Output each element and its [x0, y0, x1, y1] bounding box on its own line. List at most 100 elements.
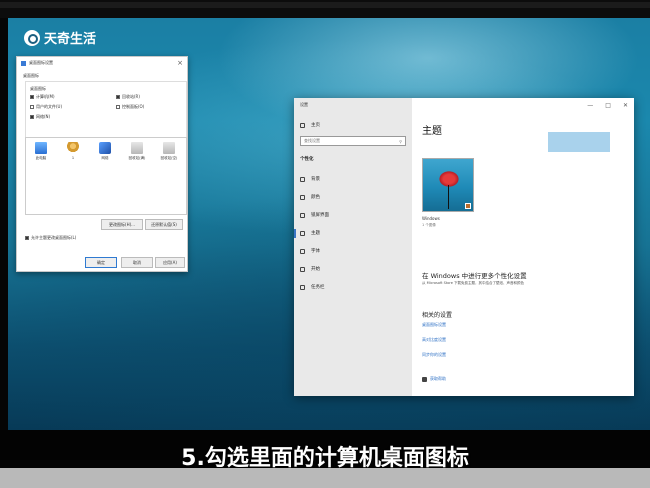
settings-main: 主题 Windows 1 个图像 在 Windows 中进行更多个性化设置 从 …	[412, 98, 634, 396]
tab-desktop-icons[interactable]: 桌面图标	[23, 73, 39, 79]
flower-stem	[448, 185, 449, 209]
nav-themes[interactable]: 主题	[300, 230, 320, 236]
watermark: 天奇生活	[24, 28, 96, 47]
nav-label: 主题	[311, 231, 320, 236]
checkbox-box[interactable]	[25, 236, 29, 240]
nav-colors[interactable]: 颜色	[300, 194, 320, 200]
nav-label: 颜色	[311, 195, 320, 200]
group-label: 桌面图标	[30, 86, 46, 91]
checkbox-network[interactable]: 网络(N)	[30, 114, 50, 120]
nav-label: 锁屏界面	[311, 213, 329, 218]
desktop-icon-settings-dialog: 桌面图标设置 × 桌面图标 桌面图标 计算机(M) 回收站(R) 用户的文件(U…	[16, 56, 188, 272]
palette-icon	[300, 194, 305, 200]
checkbox-label: 用户的文件(U)	[36, 104, 63, 109]
checkbox-computer[interactable]: 计算机(M)	[30, 94, 55, 100]
accent-block	[548, 132, 610, 152]
icon-item-recycle-empty[interactable]: 回收站(空)	[158, 142, 180, 161]
user-icon	[67, 142, 79, 154]
caption-text: 5.勾选里面的计算机桌面图标	[181, 446, 469, 471]
watermark-logo-icon	[24, 29, 40, 46]
search-placeholder: 查找设置	[304, 138, 320, 143]
settings-window: 设置 — □ ✕ 主页 查找设置 ⚲ 个性化 背景 颜色 锁屏界面 主题 字体 …	[294, 98, 634, 396]
watermark-text: 天奇生活	[44, 32, 97, 47]
link-desktop-icon-settings[interactable]: 桌面图标设置	[422, 322, 446, 328]
nav-home-label: 主页	[311, 123, 320, 128]
help-icon	[422, 376, 427, 382]
theme-preview[interactable]	[422, 158, 474, 212]
checkbox-label: 控制面板(O)	[122, 104, 145, 109]
color-swatch	[465, 203, 471, 209]
checkbox-box[interactable]	[116, 95, 120, 99]
settings-window-title: 设置	[300, 102, 308, 107]
checkbox-recycle-bin[interactable]: 回收站(R)	[116, 94, 140, 100]
recycle-bin-empty-icon	[163, 142, 175, 154]
picture-icon	[300, 176, 305, 182]
link-high-contrast[interactable]: 高对比度设置	[422, 337, 446, 343]
settings-search-input[interactable]: 查找设置 ⚲	[300, 136, 406, 146]
computer-icon	[35, 142, 47, 154]
nav-home[interactable]: 主页	[300, 122, 320, 128]
dialog-close-button[interactable]: ×	[177, 59, 183, 67]
nav-background[interactable]: 背景	[300, 176, 320, 182]
monitor-base	[0, 468, 650, 488]
flower-image	[439, 171, 459, 187]
icon-item-this-pc[interactable]: 此电脑	[30, 142, 52, 161]
nav-active-indicator	[294, 229, 296, 238]
checkbox-box[interactable]	[30, 105, 34, 109]
nav-label: 任务栏	[311, 285, 325, 290]
brush-icon	[300, 230, 305, 236]
theme-name: Windows	[422, 216, 440, 221]
font-icon	[300, 248, 305, 254]
checkbox-box[interactable]	[30, 95, 34, 99]
nav-label: 字体	[311, 249, 320, 254]
icon-label: 网络	[101, 156, 109, 160]
icon-label: 此电脑	[35, 156, 47, 160]
checkbox-box[interactable]	[116, 105, 120, 109]
icon-item-recycle-full[interactable]: 回收站(满)	[126, 142, 148, 161]
nav-label: 背景	[311, 177, 320, 182]
home-icon	[300, 122, 305, 128]
checkbox-control-panel[interactable]: 控制面板(O)	[116, 104, 144, 110]
icon-item-network[interactable]: 网络	[94, 142, 116, 161]
dialog-title: 桌面图标设置	[29, 60, 53, 65]
more-personalization-title: 在 Windows 中进行更多个性化设置	[422, 272, 527, 280]
search-icon: ⚲	[399, 138, 402, 144]
taskbar-icon	[300, 284, 305, 290]
more-personalization-sub[interactable]: 从 Microsoft Store 下载免费主题，其中结合了壁纸、声音和颜色	[422, 281, 524, 286]
nav-label: 开始	[311, 267, 320, 272]
related-settings-title: 相关的设置	[422, 312, 453, 319]
network-icon	[99, 142, 111, 154]
apply-button[interactable]: 应用(A)	[155, 257, 185, 268]
icons-row: 此电脑 1 网络 回收站(满) 回收站(空)	[30, 142, 180, 161]
nav-taskbar[interactable]: 任务栏	[300, 284, 325, 290]
cancel-button[interactable]: 取消	[121, 257, 153, 268]
page-title: 主题	[422, 126, 442, 137]
ok-button[interactable]: 确定	[85, 257, 117, 268]
theme-image-count: 1 个图像	[422, 223, 436, 227]
checkbox-label: 网络(N)	[36, 114, 51, 119]
checkbox-label: 允许主题更改桌面图标(L)	[31, 235, 77, 240]
restore-default-button[interactable]: 还原默认值(S)	[145, 219, 183, 230]
checkbox-user-files[interactable]: 用户的文件(U)	[30, 104, 62, 110]
checkbox-label: 计算机(M)	[36, 94, 55, 99]
checkbox-allow-themes[interactable]: 允许主题更改桌面图标(L)	[25, 235, 76, 241]
checkbox-label: 回收站(R)	[122, 94, 140, 99]
checkbox-box[interactable]	[30, 115, 34, 119]
help-label: 获取帮助	[430, 376, 446, 381]
nav-lock-screen[interactable]: 锁屏界面	[300, 212, 329, 218]
section-personalization: 个性化	[300, 157, 314, 162]
dialog-titlebar: 桌面图标设置 ×	[17, 57, 187, 69]
change-icon-button[interactable]: 更改图标(H)...	[101, 219, 143, 230]
icon-preview-list: 此电脑 1 网络 回收站(满) 回收站(空)	[25, 137, 187, 215]
nav-fonts[interactable]: 字体	[300, 248, 320, 254]
recycle-bin-full-icon	[131, 142, 143, 154]
nav-start[interactable]: 开始	[300, 266, 320, 272]
start-icon	[300, 266, 305, 272]
icon-label: 回收站(空)	[160, 156, 178, 160]
screen: 天奇生活 桌面图标设置 × 桌面图标 桌面图标 计算机(M) 回收站(R) 用户…	[0, 0, 650, 488]
get-help[interactable]: 获取帮助	[422, 376, 446, 382]
icon-item-user[interactable]: 1	[62, 142, 84, 161]
icon-label: 回收站(满)	[128, 156, 146, 160]
icon-label: 1	[71, 156, 75, 160]
link-sync-settings[interactable]: 同步你的设置	[422, 352, 446, 358]
